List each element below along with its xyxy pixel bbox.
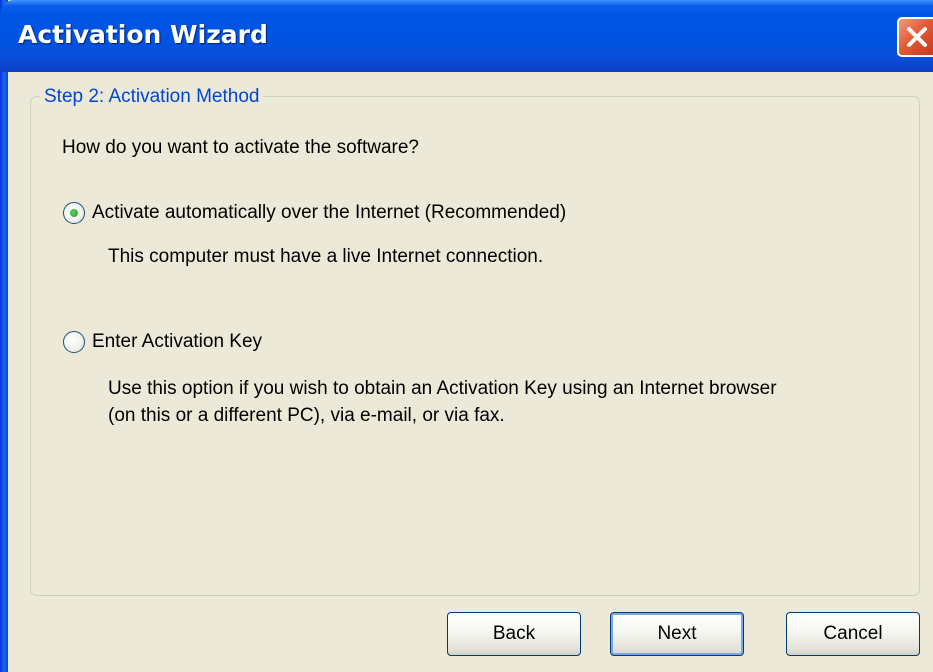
activation-question: How do you want to activate the software… — [62, 137, 419, 158]
window-left-border — [0, 0, 8, 672]
cancel-button[interactable]: Cancel — [786, 612, 920, 656]
option-enter-key-description: Use this option if you wish to obtain an… — [108, 375, 908, 429]
group-legend: Step 2: Activation Method — [40, 86, 264, 108]
back-button[interactable]: Back — [447, 612, 581, 656]
title-bar[interactable]: Activation Wizard — [0, 0, 933, 72]
option-activate-online-label[interactable]: Activate automatically over the Internet… — [92, 202, 566, 224]
option-enter-key-label[interactable]: Enter Activation Key — [92, 331, 262, 353]
activation-wizard-window: Activation Wizard Step 2: Activation Met… — [0, 0, 933, 672]
radio-activate-online[interactable] — [63, 202, 85, 224]
close-button[interactable] — [897, 17, 933, 57]
option-activate-online-description: This computer must have a live Internet … — [108, 246, 544, 267]
radio-selected-dot — [70, 209, 78, 217]
option-enter-key-description-line-2: (on this or a different PC), via e-mail,… — [108, 405, 505, 426]
next-button[interactable]: Next — [610, 612, 744, 656]
option-enter-key-description-line-1: Use this option if you wish to obtain an… — [108, 378, 777, 399]
radio-enter-activation-key[interactable] — [63, 331, 85, 353]
window-title: Activation Wizard — [18, 20, 268, 49]
close-icon — [907, 27, 927, 47]
